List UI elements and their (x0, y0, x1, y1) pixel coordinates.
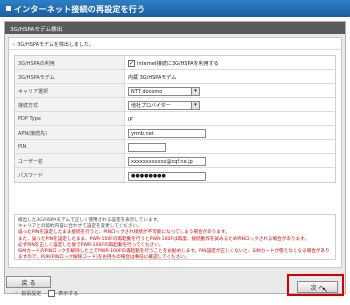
use-3g-checkbox-label: Internet接続に3G/HSPAを利用する (137, 61, 219, 67)
connection-select-value: 他社プロバイダー (131, 103, 171, 109)
value-username: xxxxxxxxxxxx@cqf.ne.jp (125, 154, 335, 167)
label-password: パスワード (15, 168, 125, 182)
carrier-select[interactable]: NTT docomo ▾ (128, 87, 200, 96)
row-username: ユーザー名 xxxxxxxxxxxx@cqf.ne.jp (15, 154, 335, 168)
value-password: ●●●●●●●● (125, 168, 335, 182)
row-apn: APN(接続先) yrmb.net (15, 126, 335, 140)
row-carrier: キャリア選択 NTT docomo ▾ (15, 84, 335, 98)
label-modem: 3G/HSPAモデム (15, 70, 125, 83)
back-button[interactable]: 戻 る (6, 276, 51, 288)
value-apn: yrmb.net (125, 126, 335, 139)
connection-method-select[interactable]: 他社プロバイダー ▾ (128, 101, 200, 110)
row-pin: PIN (15, 140, 335, 154)
apn-input[interactable]: yrmb.net (128, 129, 206, 138)
extended-chevron-icon: » (15, 290, 19, 296)
next-button[interactable]: 次 へ (297, 281, 338, 293)
notice-text: 3G/HSPAモデムを検出しました。 (17, 42, 94, 48)
label-connection: 接続方式 (15, 98, 125, 111)
extended-settings-label: 拡張設定 (21, 290, 42, 297)
window-title: インターネット接続の再設定を行う (14, 5, 146, 14)
chevron-down-icon: ▾ (191, 88, 199, 95)
mouse-cursor-icon: ↖ (322, 286, 328, 294)
label-pdp-type: PDP Type (15, 112, 125, 125)
value-pin (125, 140, 335, 153)
window-title-bar: インターネット接続の再設定を行う (0, 0, 350, 17)
row-connection: 接続方式 他社プロバイダー ▾ (15, 98, 335, 112)
show-extended-checkbox[interactable] (48, 289, 56, 297)
pin-input[interactable] (128, 143, 166, 152)
value-connection: 他社プロバイダー ▾ (125, 98, 335, 111)
value-carrier: NTT docomo ▾ (125, 84, 335, 97)
chevron-down-icon: ▾ (191, 102, 199, 109)
password-input[interactable]: ●●●●●●●● (128, 171, 206, 181)
label-carrier: キャリア選択 (15, 84, 125, 97)
warning-line: また、誤ったPINを設定したまま、PWR-100Fの再起動を行うとPWR-100… (18, 236, 309, 242)
label-username: ユーザー名 (15, 154, 125, 167)
label-apn: APN(接続先) (15, 126, 125, 139)
carrier-select-value: NTT docomo (131, 88, 163, 95)
pdp-type-value: IP (128, 116, 133, 123)
modem-detect-panel: 3G/HSPAモデム検出 » 3G/HSPAモデムを検出しました。 3G/HSPA… (4, 21, 346, 297)
detected-notice: » 3G/HSPAモデムを検出しました。 (9, 38, 341, 50)
row-pdp-type: PDP Type IP (15, 112, 335, 126)
row-password: パスワード ●●●●●●●● (15, 168, 335, 182)
notice-chevron-icon: » (12, 42, 16, 48)
panel-content: » 3G/HSPAモデムを検出しました。 3G/HSPAの利用 ✓ Interne… (8, 37, 342, 297)
value-3g-usage: ✓ Internet接続に3G/HSPAを利用する (125, 56, 335, 69)
row-3g-usage: 3G/HSPAの利用 ✓ Internet接続に3G/HSPAを利用する (15, 56, 335, 70)
settings-form: 3G/HSPAの利用 ✓ Internet接続に3G/HSPAを利用する 3G/… (14, 55, 336, 183)
warning-line: SIMカードのPINロックを解除した上でPWR-100Fの再起動を行うことをお勧… (18, 249, 330, 260)
show-extended-label: 表示する (58, 290, 79, 297)
modem-value: 内蔵 3G/HSPAモデム (128, 75, 177, 81)
panel-title: 3G/HSPAモデム検出 (5, 22, 345, 34)
label-3g-usage: 3G/HSPAの利用 (15, 56, 125, 69)
info-message-box: 検出した3G/HSPAモデムで正しく使用される設定を表示しています。 キャリアと… (14, 214, 336, 260)
use-3g-checkbox[interactable]: ✓ (128, 60, 135, 67)
username-input[interactable]: xxxxxxxxxxxx@cqf.ne.jp (128, 157, 206, 166)
title-bullet-icon (6, 6, 11, 11)
row-modem: 3G/HSPAモデム 内蔵 3G/HSPAモデム (15, 70, 335, 84)
label-pin: PIN (15, 140, 125, 153)
